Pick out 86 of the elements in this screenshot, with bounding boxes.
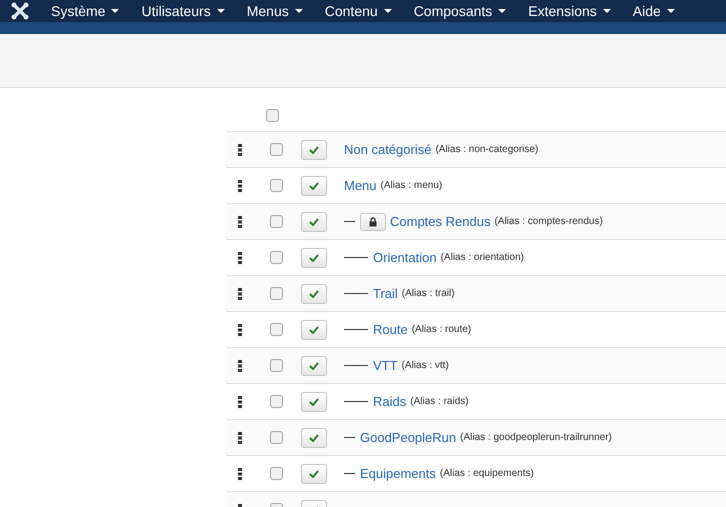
category-link[interactable]: Trail bbox=[373, 284, 398, 304]
status-toggle[interactable] bbox=[301, 320, 327, 340]
check-icon bbox=[309, 218, 319, 226]
status-toggle[interactable] bbox=[301, 284, 327, 304]
lock-button[interactable] bbox=[360, 212, 386, 230]
status-toggle[interactable] bbox=[301, 428, 327, 448]
nav-menu[interactable]: Système bbox=[40, 0, 130, 22]
depth-line bbox=[344, 329, 368, 330]
nav-menu[interactable]: Extensions bbox=[517, 0, 622, 22]
drag-handle-icon[interactable] bbox=[238, 180, 242, 192]
status-toggle[interactable] bbox=[301, 140, 327, 160]
alias-text: (Alias : menu) bbox=[380, 179, 442, 193]
alias-text: (Alias : route) bbox=[412, 323, 472, 337]
status-toggle[interactable] bbox=[301, 392, 327, 412]
category-link[interactable]: Equipements bbox=[360, 464, 436, 484]
drag-handle-icon[interactable] bbox=[238, 396, 242, 408]
alias-text: (Alias : goodpeoplerun-trailrunner) bbox=[460, 431, 612, 445]
category-link[interactable]: Menu bbox=[344, 176, 377, 196]
check-icon bbox=[309, 470, 319, 478]
drag-handle-icon[interactable] bbox=[238, 324, 242, 336]
row-checkbox[interactable] bbox=[270, 431, 283, 444]
nav-menu[interactable]: Aide bbox=[622, 0, 686, 22]
lock-icon bbox=[369, 216, 377, 226]
alias-text: (Alias : raids) bbox=[410, 395, 469, 409]
depth-line bbox=[344, 257, 368, 258]
depth-line bbox=[344, 473, 355, 474]
depth-line bbox=[344, 221, 355, 222]
status-toggle[interactable] bbox=[301, 176, 327, 196]
nav-menu[interactable]: Composants bbox=[402, 0, 518, 22]
caret-icon bbox=[666, 9, 675, 13]
check-icon bbox=[309, 290, 319, 298]
row-checkbox[interactable] bbox=[270, 467, 283, 480]
row-checkbox[interactable] bbox=[266, 109, 279, 122]
row-checkbox[interactable] bbox=[270, 215, 283, 228]
status-toggle[interactable] bbox=[301, 248, 327, 268]
drag-handle-icon[interactable] bbox=[238, 144, 242, 156]
alias-text: (Alias : vtt) bbox=[402, 359, 449, 373]
drag-handle-icon[interactable] bbox=[238, 432, 242, 444]
status-toggle[interactable] bbox=[301, 356, 327, 376]
logo-icon[interactable] bbox=[11, 2, 29, 20]
category-link[interactable]: Comptes Rendus bbox=[390, 212, 490, 232]
alias-text: (Alias : comptes-rendus) bbox=[494, 215, 603, 229]
row-checkbox[interactable] bbox=[270, 323, 283, 336]
caret-icon bbox=[111, 9, 120, 13]
check-icon bbox=[309, 146, 319, 154]
category-link[interactable]: GoodPeopleRun bbox=[360, 428, 456, 448]
category-link[interactable]: Orientation bbox=[373, 248, 437, 268]
drag-handle-icon[interactable] bbox=[238, 252, 242, 264]
depth-line bbox=[344, 365, 368, 366]
check-icon bbox=[309, 362, 319, 370]
drag-handle-icon[interactable] bbox=[238, 360, 242, 372]
alias-text: (Alias : orientation) bbox=[440, 251, 524, 265]
drag-handle-icon[interactable] bbox=[238, 468, 242, 480]
check-icon bbox=[309, 326, 319, 334]
caret-icon bbox=[384, 9, 392, 13]
category-link[interactable]: Raids bbox=[373, 392, 406, 412]
status-toggle[interactable] bbox=[301, 212, 327, 232]
caret-icon bbox=[602, 9, 611, 13]
row-checkbox[interactable] bbox=[270, 359, 283, 372]
depth-line bbox=[344, 437, 355, 438]
row-checkbox[interactable] bbox=[270, 143, 283, 156]
alias-text: (Alias : non-categorise) bbox=[435, 143, 538, 157]
category-link[interactable]: Route bbox=[373, 320, 408, 340]
nav-menu[interactable]: Utilisateurs bbox=[130, 0, 236, 22]
row-checkbox[interactable] bbox=[270, 395, 283, 408]
check-icon bbox=[309, 254, 319, 262]
drag-handle-icon[interactable] bbox=[238, 216, 242, 228]
check-icon bbox=[309, 182, 319, 190]
depth-line bbox=[344, 293, 368, 294]
row-checkbox[interactable] bbox=[270, 251, 283, 264]
category-link[interactable]: VTT bbox=[373, 356, 398, 376]
check-icon bbox=[309, 434, 319, 442]
row-checkbox[interactable] bbox=[270, 287, 283, 300]
drag-handle-icon[interactable] bbox=[238, 288, 242, 300]
nav-menu[interactable]: Contenu bbox=[314, 0, 403, 22]
category-link[interactable]: Non catégorisé bbox=[344, 140, 432, 160]
caret-icon bbox=[498, 9, 506, 13]
alias-text: (Alias : trail) bbox=[402, 287, 455, 301]
caret-icon bbox=[294, 9, 303, 13]
check-icon bbox=[309, 398, 319, 406]
status-toggle[interactable] bbox=[301, 464, 327, 484]
caret-icon bbox=[216, 9, 225, 13]
alias-text: (Alias : equipements) bbox=[440, 467, 534, 481]
depth-line bbox=[344, 401, 368, 402]
nav-menu[interactable]: Menus bbox=[236, 0, 314, 22]
row-checkbox[interactable] bbox=[270, 179, 283, 192]
